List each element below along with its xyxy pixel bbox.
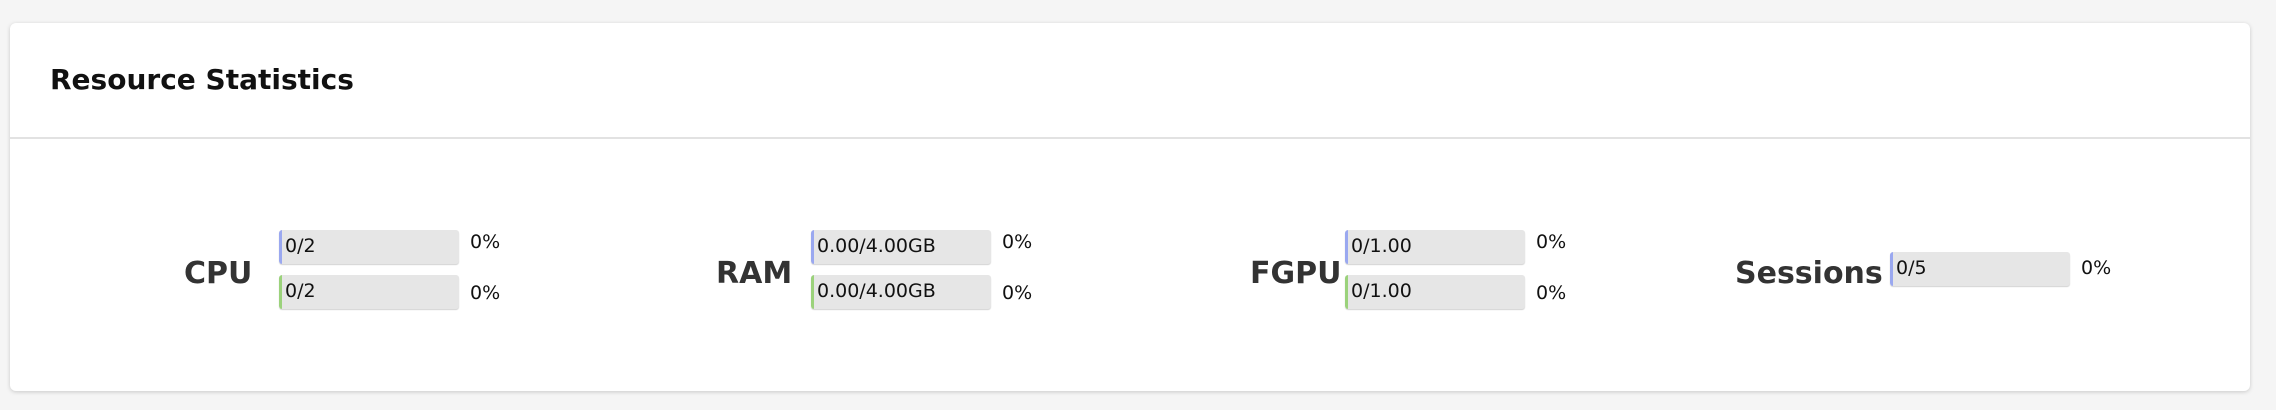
- bar-edge: [1345, 275, 1348, 309]
- ram-usage-bar-2: 0.00/4.00GB: [811, 275, 991, 309]
- bar-value: 0/5: [1896, 257, 1927, 279]
- cpu-usage-bar-2: 0/2: [279, 275, 459, 309]
- bar-edge: [279, 230, 282, 264]
- sessions-percent: 0%: [2081, 257, 2112, 279]
- fgpu-percent-2: 0%: [1536, 282, 1567, 304]
- bar-value: 0.00/4.00GB: [817, 280, 936, 302]
- stat-label-sessions: Sessions: [1735, 256, 1883, 291]
- card-header: Resource Statistics: [10, 23, 2250, 139]
- ram-percent-1: 0%: [1002, 231, 1033, 253]
- resource-statistics-card: Resource Statistics CPU 0/2 0% 0/2 0% RA…: [10, 23, 2250, 391]
- bar-edge: [1890, 252, 1893, 286]
- ram-percent-2: 0%: [1002, 282, 1033, 304]
- fgpu-usage-bar-1: 0/1.00: [1345, 230, 1525, 264]
- fgpu-percent-1: 0%: [1536, 231, 1567, 253]
- sessions-usage-bar: 0/5: [1890, 252, 2070, 286]
- bar-value: 0/2: [285, 280, 316, 302]
- bar-edge: [279, 275, 282, 309]
- stat-label-cpu: CPU: [184, 256, 253, 291]
- bar-value: 0/2: [285, 235, 316, 257]
- bar-edge: [1345, 230, 1348, 264]
- cpu-percent-1: 0%: [470, 231, 501, 253]
- fgpu-usage-bar-2: 0/1.00: [1345, 275, 1525, 309]
- bar-value: 0/1.00: [1351, 235, 1412, 257]
- stat-label-fgpu: FGPU: [1250, 256, 1342, 291]
- bar-edge: [811, 230, 814, 264]
- bar-edge: [811, 275, 814, 309]
- bar-value: 0/1.00: [1351, 280, 1412, 302]
- cpu-percent-2: 0%: [470, 282, 501, 304]
- bar-value: 0.00/4.00GB: [817, 235, 936, 257]
- ram-usage-bar-1: 0.00/4.00GB: [811, 230, 991, 264]
- stat-label-ram: RAM: [716, 256, 793, 291]
- card-title: Resource Statistics: [50, 63, 354, 96]
- cpu-usage-bar-1: 0/2: [279, 230, 459, 264]
